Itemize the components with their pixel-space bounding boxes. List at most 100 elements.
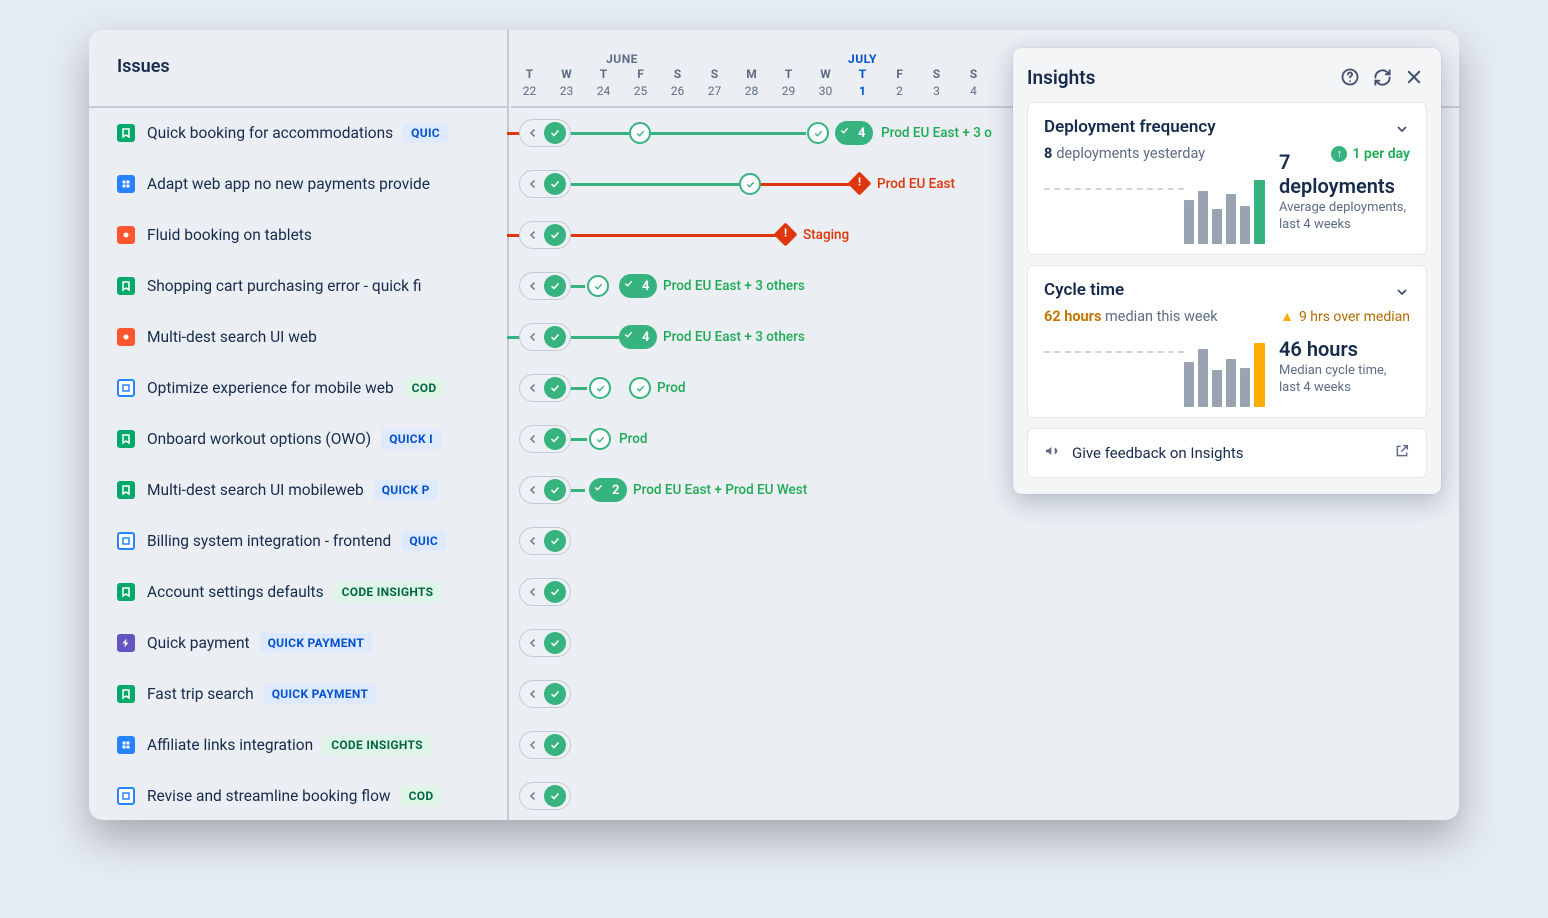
chevron-left-icon xyxy=(524,634,542,652)
day-column[interactable]: S3 xyxy=(918,66,955,108)
expand-pill[interactable] xyxy=(519,629,571,657)
issue-tag[interactable]: QUICK P xyxy=(374,480,438,500)
issue-tag[interactable]: CODE INSIGHTS xyxy=(323,735,431,755)
deploy-small: Average deployments, last 4 weeks xyxy=(1279,200,1410,234)
issue-row[interactable]: Billing system integration - frontendQUI… xyxy=(89,516,507,567)
day-column[interactable]: S4 xyxy=(955,66,992,108)
issue-tag[interactable]: QUICK PAYMENT xyxy=(260,633,373,653)
deploy-count-badge[interactable]: 4 xyxy=(619,274,657,298)
expand-pill[interactable] xyxy=(519,476,571,504)
environment-label[interactable]: Prod EU East + Prod EU West xyxy=(633,482,807,498)
day-column[interactable]: S26 xyxy=(659,66,696,108)
expand-pill[interactable] xyxy=(519,425,571,453)
cycle-big: 46 hours xyxy=(1279,337,1410,361)
deploy-node[interactable] xyxy=(629,122,651,144)
issue-row[interactable]: Affiliate links integrationCODE INSIGHTS xyxy=(89,720,507,771)
environment-label[interactable]: Prod EU East + 3 others xyxy=(663,329,805,345)
day-column[interactable]: T29 xyxy=(770,66,807,108)
month-label: JUNE xyxy=(511,52,733,66)
deploy-node[interactable] xyxy=(739,173,761,195)
expand-pill[interactable] xyxy=(519,578,571,606)
expand-pill[interactable] xyxy=(519,374,571,402)
expand-pill[interactable] xyxy=(519,221,571,249)
issue-row[interactable]: Quick booking for accommodationsQUIC xyxy=(89,108,507,159)
deploy-node[interactable] xyxy=(629,377,651,399)
expand-pill[interactable] xyxy=(519,782,571,810)
expand-pill[interactable] xyxy=(519,170,571,198)
timeline-row xyxy=(511,618,1459,669)
issue-row[interactable]: Multi-dest search UI mobilewebQUICK P xyxy=(89,465,507,516)
issue-row[interactable]: Quick paymentQUICK PAYMENT xyxy=(89,618,507,669)
close-icon[interactable] xyxy=(1401,64,1427,90)
issue-type-icon xyxy=(117,379,135,397)
issue-row[interactable]: Adapt web app no new payments provide xyxy=(89,159,507,210)
help-icon[interactable] xyxy=(1337,64,1363,90)
check-icon xyxy=(544,683,566,705)
environment-label[interactable]: Staging xyxy=(803,227,849,243)
day-column[interactable]: T24 xyxy=(585,66,622,108)
deploy-count-badge[interactable]: 2 xyxy=(589,478,627,502)
issue-tag[interactable]: QUIC xyxy=(401,531,446,551)
issue-tag[interactable]: CODE INSIGHTS xyxy=(334,582,442,602)
deployment-frequency-card[interactable]: Deployment frequency 8deployments yester… xyxy=(1027,102,1427,255)
environment-label[interactable]: Prod EU East + 3 others xyxy=(663,278,805,294)
day-column[interactable]: S27 xyxy=(696,66,733,108)
check-icon xyxy=(544,428,566,450)
deploy-count-badge[interactable]: 4 xyxy=(835,121,873,145)
issue-row[interactable]: Multi-dest search UI web xyxy=(89,312,507,363)
issue-row[interactable]: Optimize experience for mobile webCOD xyxy=(89,363,507,414)
expand-pill[interactable] xyxy=(519,272,571,300)
issue-row[interactable]: Revise and streamline booking flowCOD xyxy=(89,771,507,820)
alert-diamond-icon[interactable] xyxy=(847,171,871,195)
issue-row[interactable]: Fluid booking on tablets xyxy=(89,210,507,261)
issue-tag[interactable]: COD xyxy=(401,786,442,806)
environment-label[interactable]: Prod EU East xyxy=(877,176,955,192)
day-column[interactable]: T22 xyxy=(511,66,548,108)
expand-pill[interactable] xyxy=(519,680,571,708)
issue-row[interactable]: Onboard workout options (OWO)QUICK I xyxy=(89,414,507,465)
environment-label[interactable]: Prod EU East + 3 o xyxy=(881,125,992,141)
deploy-count-badge[interactable]: 4 xyxy=(619,325,657,349)
issue-row[interactable]: Shopping cart purchasing error - quick f… xyxy=(89,261,507,312)
chevron-down-icon[interactable] xyxy=(1394,284,1410,304)
deploy-line xyxy=(569,489,585,492)
day-column[interactable]: W23 xyxy=(548,66,585,108)
issue-type-icon xyxy=(117,787,135,805)
check-icon xyxy=(544,173,566,195)
day-column[interactable]: W30 xyxy=(807,66,844,108)
expand-pill[interactable] xyxy=(519,527,571,555)
timeline-row xyxy=(511,720,1459,771)
issue-tag[interactable]: QUICK PAYMENT xyxy=(264,684,377,704)
alert-diamond-icon[interactable] xyxy=(773,222,797,246)
environment-label[interactable]: Prod xyxy=(619,431,647,447)
deploy-line xyxy=(569,336,619,339)
day-column[interactable]: M28 xyxy=(733,66,770,108)
expand-pill[interactable] xyxy=(519,731,571,759)
timeline-row xyxy=(511,567,1459,618)
spark-bar xyxy=(1184,200,1194,244)
feedback-link[interactable]: Give feedback on Insights xyxy=(1027,428,1427,478)
expand-pill[interactable] xyxy=(519,323,571,351)
issue-type-icon xyxy=(117,124,135,142)
day-column[interactable]: T1 xyxy=(844,66,881,108)
megaphone-icon xyxy=(1044,443,1060,463)
issue-tag[interactable]: QUIC xyxy=(403,123,448,143)
chevron-down-icon[interactable] xyxy=(1394,121,1410,141)
deploy-node[interactable] xyxy=(807,122,829,144)
refresh-icon[interactable] xyxy=(1369,64,1395,90)
day-column[interactable]: F2 xyxy=(881,66,918,108)
deploy-node[interactable] xyxy=(587,275,609,297)
cycle-time-card[interactable]: Cycle time 62 hours median this week ▲9 … xyxy=(1027,265,1427,418)
issue-type-icon xyxy=(117,430,135,448)
environment-label[interactable]: Prod xyxy=(657,380,685,396)
spark-bar xyxy=(1254,343,1265,407)
expand-pill[interactable] xyxy=(519,119,571,147)
deploy-sparkline: 7 deployments Average deployments, last … xyxy=(1044,174,1410,244)
deploy-node[interactable] xyxy=(589,428,611,450)
issue-tag[interactable]: QUICK I xyxy=(381,429,441,449)
issue-row[interactable]: Fast trip searchQUICK PAYMENT xyxy=(89,669,507,720)
issue-tag[interactable]: COD xyxy=(404,378,445,398)
issue-row[interactable]: Account settings defaultsCODE INSIGHTS xyxy=(89,567,507,618)
day-column[interactable]: F25 xyxy=(622,66,659,108)
deploy-node[interactable] xyxy=(589,377,611,399)
